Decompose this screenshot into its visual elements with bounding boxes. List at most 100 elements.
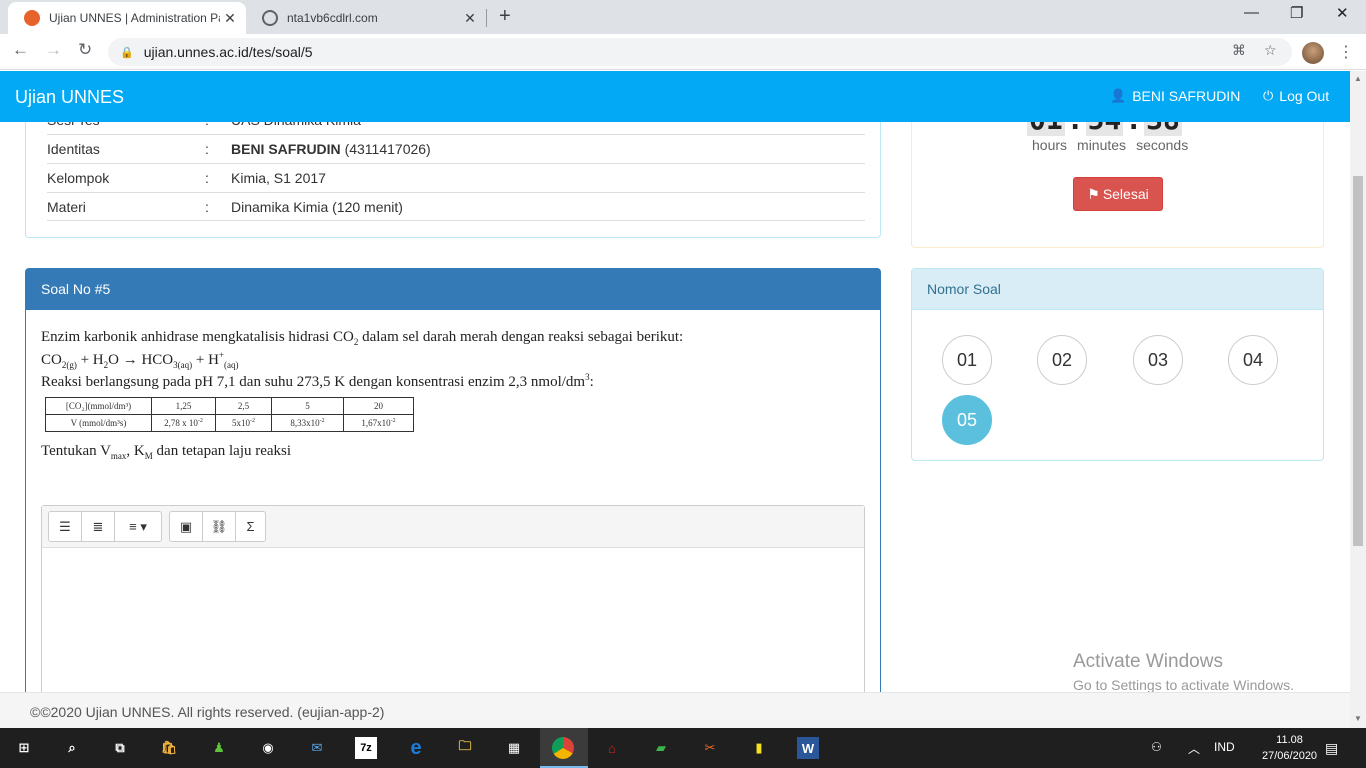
page-viewport: Ujian UNNES 👤 BENI SAFRUDIN ⏻ Log Out Se… (0, 71, 1350, 728)
table-cell: [CO₂](mmol/dm³) (45, 397, 152, 415)
scroll-up-icon[interactable]: ▲ (1354, 74, 1362, 83)
table-cell: 5 (271, 397, 344, 415)
top-navbar: Ujian UNNES 👤 BENI SAFRUDIN ⏻ Log Out (0, 71, 1350, 122)
numbered-list-icon[interactable]: ≣ (82, 512, 115, 541)
editor-toolbar: ☰ ≣ ≡ ▾ ▣ ⛓ Σ (42, 506, 864, 548)
insert-button-group: ▣ ⛓ Σ (169, 511, 266, 542)
close-tab-icon[interactable]: ✕ (220, 10, 240, 27)
people-icon[interactable]: ⚇ (1151, 740, 1162, 754)
question-panel: Soal No #5 Enzim karbonik anhidrase meng… (25, 268, 881, 728)
info-value-name: BENI SAFRUDIN (231, 141, 341, 157)
table-cell: 1,25 (151, 397, 216, 415)
maximize-icon[interactable]: ❐ (1290, 4, 1303, 22)
language-indicator[interactable]: IND (1214, 740, 1235, 754)
system-clock[interactable]: 11.08 27/06/2020 (1262, 732, 1317, 764)
info-colon: : (205, 198, 209, 215)
url-text: ujian.unnes.ac.id/tes/soal/5 (143, 44, 313, 60)
media-icon[interactable]: ◉ (257, 737, 279, 759)
question-number-02[interactable]: 02 (1037, 335, 1087, 385)
question-equation: CO2(g) + H2O → HCO3(aq) + H+(aq) (41, 350, 239, 370)
tab-nta[interactable]: nta1vb6cdlrl.com ✕ (246, 2, 486, 34)
chrome-icon[interactable] (552, 737, 574, 759)
question-task: Tentukan Vmax, KM dan tetapan laju reaks… (41, 443, 292, 461)
7zip-icon[interactable]: 7z (355, 737, 377, 759)
kinetics-table: [CO₂](mmol/dm³) 1,25 2,5 5 20 V (mmol/dm… (45, 397, 414, 432)
question-number-panel: Nomor Soal 01 02 03 04 05 (911, 268, 1324, 461)
info-key: Materi (47, 198, 86, 215)
equation-icon[interactable]: Σ (236, 512, 265, 541)
notification-icon[interactable]: ▤ (1325, 740, 1338, 757)
align-dropdown-icon[interactable]: ≡ ▾ (115, 512, 161, 541)
brand[interactable]: Ujian UNNES (15, 87, 124, 108)
browser-tabbar: Ujian UNNES | Administration Pa ✕ nta1vb… (0, 0, 1366, 34)
sticky-notes-icon[interactable]: ▮ (748, 737, 770, 759)
scrollbar-thumb[interactable] (1353, 176, 1363, 546)
file-explorer-icon[interactable]: 🗀 (454, 737, 476, 759)
site-favicon-icon (24, 10, 40, 26)
info-colon: : (205, 141, 209, 157)
clock-date: 27/06/2020 (1262, 750, 1318, 762)
logout-link[interactable]: ⏻ Log Out (1263, 88, 1329, 104)
address-bar[interactable]: 🔒 ujian.unnes.ac.id/tes/soal/5 (108, 38, 1292, 66)
reload-icon[interactable]: ↻ (78, 40, 92, 60)
bulleted-list-icon[interactable]: ☰ (49, 512, 82, 541)
watermark-title: Activate Windows (1073, 651, 1223, 672)
table-row: [CO₂](mmol/dm³) 1,25 2,5 5 20 (45, 397, 414, 415)
task-view-icon[interactable]: ⧉ (109, 737, 131, 759)
question-number-05[interactable]: 05 (942, 395, 992, 445)
tab-ujian[interactable]: Ujian UNNES | Administration Pa ✕ (8, 2, 246, 34)
table-cell: 2,78 x 10-2 (151, 414, 216, 432)
profile-avatar[interactable] (1302, 42, 1324, 64)
table-row: V (mmol/dm³s) 2,78 x 10-2 5x10-2 8,33x10… (45, 414, 414, 432)
info-value: Dinamika Kimia (120 menit) (231, 198, 403, 215)
lock-icon: 🔒 (120, 46, 134, 59)
user-name: BENI SAFRUDIN (1132, 88, 1241, 104)
edge-icon[interactable]: e (405, 737, 427, 759)
mail-icon[interactable]: ✉ (306, 737, 328, 759)
bookmark-star-icon[interactable]: ☆ (1264, 42, 1277, 59)
question-number-04[interactable]: 04 (1228, 335, 1278, 385)
pdf-reader-icon[interactable]: ⌂ (601, 737, 623, 759)
spreadsheet-icon[interactable]: ▰ (650, 737, 672, 759)
close-window-icon[interactable]: ✕ (1336, 4, 1349, 22)
menu-kebab-icon[interactable]: ⋮ (1338, 42, 1354, 62)
tab-title: nta1vb6cdlrl.com (287, 11, 378, 25)
translate-icon[interactable]: ⌘ (1232, 42, 1246, 59)
image-icon[interactable]: ▣ (170, 512, 203, 541)
hours-label: hours (1032, 137, 1068, 153)
table-cell: 1,67x10-2 (343, 414, 414, 432)
finish-label: Selesai (1102, 186, 1149, 202)
watermark-subtitle: Go to Settings to activate Windows. (1073, 677, 1294, 693)
scroll-down-icon[interactable]: ▼ (1354, 714, 1362, 723)
browser-toolbar: ← → ↻ 🔒 ujian.unnes.ac.id/tes/soal/5 ⌘ ☆ (0, 34, 1366, 70)
windows-start-icon[interactable]: ⊞ (13, 737, 35, 759)
store-icon[interactable]: 🛍 (158, 737, 180, 759)
footer: ©©2020 Ujian UNNES. All rights reserved.… (0, 692, 1350, 728)
tool-icon[interactable]: ✂ (699, 737, 721, 759)
logout-label: Log Out (1279, 88, 1330, 104)
link-icon[interactable]: ⛓ (203, 512, 236, 541)
forward-icon[interactable]: → (45, 40, 62, 60)
question-number-01[interactable]: 01 (942, 335, 992, 385)
app-icon[interactable]: ♟ (208, 737, 230, 759)
user-menu[interactable]: 👤 BENI SAFRUDIN (1110, 88, 1240, 104)
info-row-identitas: Identitas : BENI SAFRUDIN (4311417026) (47, 134, 865, 163)
tray-chevron-icon[interactable]: ︿ (1188, 740, 1200, 757)
page-scrollbar[interactable]: ▲ ▼ (1350, 71, 1366, 728)
question-line-1: Enzim karbonik anhidrase mengkatalisis h… (41, 329, 684, 347)
calendar-app-icon[interactable]: ▦ (503, 737, 525, 759)
finish-button[interactable]: ⚑ Selesai (1073, 177, 1163, 211)
word-icon[interactable]: W (797, 737, 819, 759)
minimize-icon[interactable]: — (1244, 4, 1259, 21)
new-tab-icon[interactable]: + (499, 5, 511, 28)
question-number-03[interactable]: 03 (1133, 335, 1183, 385)
close-tab-icon[interactable]: ✕ (460, 10, 480, 27)
globe-icon (262, 10, 278, 26)
back-icon[interactable]: ← (12, 40, 29, 60)
search-icon[interactable]: ⌕ (61, 737, 83, 759)
question-line-3: Reaksi berlangsung pada pH 7,1 dan suhu … (41, 372, 594, 390)
power-icon: ⏻ (1263, 88, 1274, 103)
info-row-kelompok: Kelompok : Kimia, S1 2017 (47, 163, 865, 192)
info-value-nim: (4311417026) (344, 141, 431, 157)
table-cell: 5x10-2 (215, 414, 272, 432)
